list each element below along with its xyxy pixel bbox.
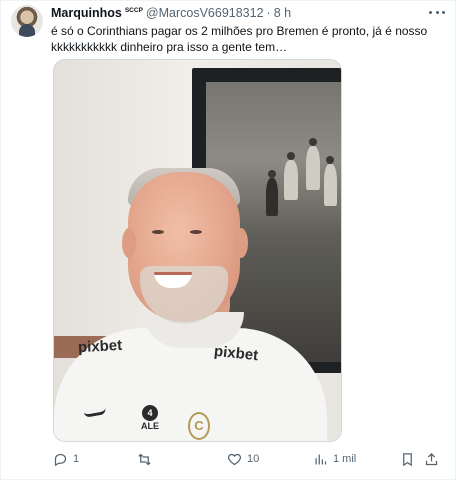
ale-text: ALE: [141, 421, 159, 431]
painted-player-head: [268, 170, 276, 178]
display-name[interactable]: Marquinhos: [51, 5, 122, 21]
bookmark-icon: [403, 452, 412, 466]
views-count: 1 mil: [333, 453, 357, 465]
painted-player: [284, 160, 298, 200]
tweet-card[interactable]: Marquinhos SCCP @MarcosV66918312 · 8 h é…: [0, 0, 456, 480]
share-button[interactable]: [424, 449, 439, 469]
painted-player: [266, 178, 278, 216]
like-count: 10: [247, 453, 260, 465]
views-icon: [315, 454, 327, 464]
ale-logo: 4 ALE: [134, 405, 166, 435]
heart-icon: [227, 453, 242, 465]
painted-player-head: [287, 152, 295, 160]
painted-player: [306, 146, 320, 190]
more-horizontal-icon[interactable]: [429, 7, 445, 17]
reply-count: 1: [73, 453, 80, 465]
club-crest: C: [188, 412, 210, 440]
right-eye: [190, 230, 202, 234]
avatar[interactable]: [11, 5, 43, 37]
separator-dot: ·: [266, 6, 271, 20]
tweet-actions: 1 10 1 mil: [51, 449, 447, 469]
tweet-header: Marquinhos SCCP @MarcosV66918312 · 8 h: [51, 5, 291, 21]
like-button[interactable]: 10: [227, 449, 259, 469]
share-icon: [425, 452, 438, 465]
tweet-timestamp[interactable]: 8 h: [274, 5, 291, 21]
tweet-media-image[interactable]: pixbet pixbet 4 ALE C: [53, 59, 342, 442]
repost-button[interactable]: [137, 449, 157, 469]
tweet-text: é só o Corinthians pagar os 2 milhões pr…: [51, 24, 428, 54]
reply-button[interactable]: 1: [53, 449, 79, 469]
user-handle[interactable]: @MarcosV66918312: [146, 5, 264, 21]
painted-player-head: [326, 156, 334, 164]
left-eye: [152, 230, 164, 234]
profile-badge: SCCP: [124, 7, 143, 14]
sponsor-logo-left: pixbet: [77, 336, 123, 357]
bookmark-button[interactable]: [400, 449, 415, 469]
reply-icon: [54, 453, 67, 466]
views-button[interactable]: 1 mil: [313, 449, 356, 469]
painted-player: [324, 164, 337, 206]
painted-player-head: [309, 138, 317, 146]
right-ear: [234, 228, 248, 258]
ale-symbol: 4: [142, 405, 158, 421]
repost-icon: [138, 453, 151, 465]
left-ear: [122, 228, 136, 258]
